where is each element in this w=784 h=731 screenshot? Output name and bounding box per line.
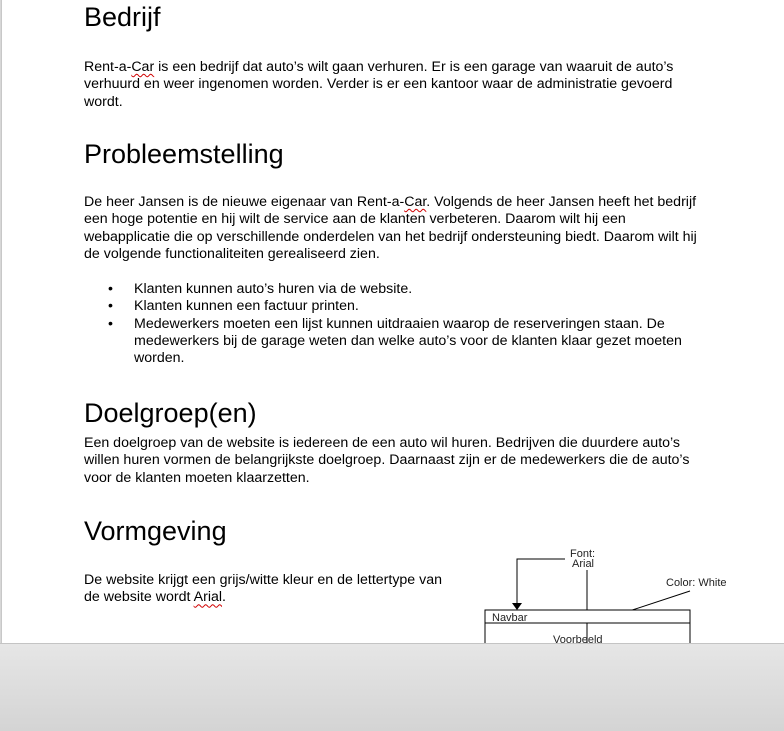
list-item-text: Klanten kunnen een factuur printen.	[134, 298, 359, 315]
text-run: .	[222, 589, 226, 606]
list-item: • Medewerkers moeten een lijst kunnen uit…	[84, 316, 709, 368]
text-run: Rent-a-	[84, 59, 132, 75]
spellcheck-word[interactable]: Car	[404, 194, 426, 210]
text-run: De website krijgt een grijs/witte kleur …	[84, 572, 443, 606]
window-bottom-area	[0, 643, 784, 731]
arrow-head-icon	[512, 603, 522, 610]
bullet-icon: •	[108, 281, 113, 297]
list-item-text: Medewerkers moeten een lijst kunnen uitd…	[134, 315, 682, 367]
text-run: is een bedrijf dat auto’s wilt gaan verh…	[84, 59, 674, 110]
heading-vormgeving: Vormgeving	[84, 516, 227, 546]
diagram-font-value: Arial	[572, 558, 594, 570]
heading-doelgroep: Doelgroep(en)	[84, 398, 257, 428]
diagram-navbar-label: Navbar	[492, 612, 528, 624]
paragraph-probleemstelling: De heer Jansen is de nieuwe eigenaar van…	[84, 194, 709, 263]
wireframe-diagram: Font: Arial Color: White Navbar Voorbeel…	[484, 548, 727, 643]
paragraph-doelgroep: Een doelgroep van de website is iedereen…	[84, 435, 690, 486]
diagram-color-label: Color: White	[666, 577, 727, 589]
functionaliteiten-list: • Klanten kunnen auto’s huren via de webs…	[84, 281, 709, 367]
document-page: Bedrijf Rent-a-Car is een bedrijf dat au…	[1, 0, 784, 643]
text-run: De heer Jansen is de nieuwe eigenaar van…	[84, 194, 405, 210]
list-item-text: Klanten kunnen auto’s huren via de websi…	[134, 281, 413, 297]
bullet-icon: •	[108, 298, 113, 315]
list-item: • Klanten kunnen auto’s huren via de webs…	[84, 281, 709, 298]
paragraph-vormgeving: De website krijgt een grijs/witte kleur …	[84, 572, 449, 607]
bullet-icon: •	[108, 315, 113, 332]
font-arrow-line	[516, 558, 565, 607]
list-item: • Klanten kunnen een factuur printen.	[84, 298, 709, 315]
heading-bedrijf: Bedrijf	[84, 2, 161, 32]
diagram-voorbeeld-label: Voorbeeld	[553, 634, 603, 643]
spellcheck-word[interactable]: Arial	[194, 589, 222, 605]
heading-probleemstelling: Probleemstelling	[84, 139, 284, 169]
paragraph-bedrijf: Rent-a-Car is een bedrijf dat auto’s wil…	[84, 59, 709, 111]
spellcheck-word[interactable]: Car	[131, 59, 154, 75]
